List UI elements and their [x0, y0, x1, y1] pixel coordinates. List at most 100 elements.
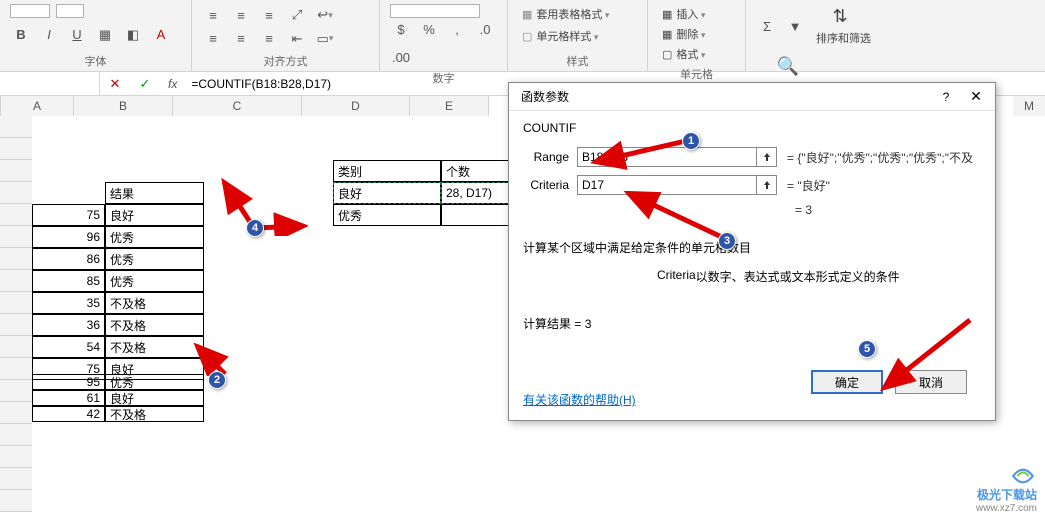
row-header[interactable]	[0, 358, 32, 380]
col-header[interactable]: D	[302, 96, 410, 116]
sort-filter-button[interactable]: ⇅排序和筛选	[812, 4, 875, 48]
row-header[interactable]	[0, 182, 32, 204]
orientation-button[interactable]: ⤢	[286, 4, 308, 26]
ribbon-group-cells-label: 单元格	[658, 64, 735, 82]
watermark-url: www.xz7.com	[976, 503, 1037, 514]
cell[interactable]: 不及格	[105, 292, 204, 314]
cell[interactable]: 优秀	[333, 204, 441, 226]
fx-icon[interactable]: fx	[164, 77, 181, 91]
percent-button[interactable]: %	[418, 18, 440, 40]
row-header[interactable]	[0, 468, 32, 490]
comma-button[interactable]: ,	[446, 18, 468, 40]
autosum-button[interactable]: Σ	[756, 15, 778, 37]
watermark-logo-icon	[1009, 466, 1037, 486]
row-header[interactable]	[0, 116, 32, 138]
row-header[interactable]	[0, 292, 32, 314]
align-left-button[interactable]: ≡	[202, 28, 224, 50]
dialog-help-link[interactable]: 有关该函数的帮助(H)	[523, 391, 636, 408]
wrap-text-button[interactable]: ↩	[314, 4, 336, 26]
delete-button[interactable]: ▦删除	[658, 24, 709, 44]
merge-button[interactable]: ▭	[314, 28, 336, 50]
currency-button[interactable]: $	[390, 18, 412, 40]
ribbon-group-align-label: 对齐方式	[202, 51, 369, 69]
bold-button[interactable]: B	[10, 24, 32, 46]
row-header[interactable]	[0, 138, 32, 160]
col-header[interactable]: A	[1, 96, 74, 116]
arg-range-ref-button[interactable]	[757, 147, 777, 167]
watermark: 极光下载站 www.xz7.com	[976, 466, 1037, 514]
format-button[interactable]: ▢格式	[658, 44, 709, 64]
cell[interactable]: 35	[32, 292, 105, 314]
cell[interactable]: 42	[32, 406, 105, 422]
cell[interactable]: 优秀	[105, 374, 204, 390]
cell[interactable]: 96	[32, 226, 105, 248]
row-header[interactable]	[0, 160, 32, 182]
cell[interactable]: 85	[32, 270, 105, 292]
row-header[interactable]	[0, 204, 32, 226]
cond-format-button[interactable]: ▦套用表格格式	[518, 4, 613, 24]
underline-button[interactable]: U	[66, 24, 88, 46]
cell[interactable]: 类别	[333, 160, 441, 182]
ribbon-group-style-label: 样式	[518, 51, 637, 69]
fill-color-button[interactable]: ◧	[122, 24, 144, 46]
dialog-description-1: 计算某个区域中满足给定条件的单元格数目	[523, 239, 981, 256]
insert-button[interactable]: ▦插入	[658, 4, 709, 24]
row-header[interactable]	[0, 248, 32, 270]
cell[interactable]: 结果	[105, 182, 204, 204]
row-header[interactable]	[0, 402, 32, 424]
cell[interactable]: 不及格	[105, 406, 204, 422]
align-top-button[interactable]: ≡	[202, 4, 224, 26]
col-header[interactable]: M	[1013, 96, 1045, 116]
annotation-arrow-5	[870, 312, 980, 398]
col-header[interactable]: C	[173, 96, 302, 116]
cell[interactable]: 61	[32, 390, 105, 406]
fill-button[interactable]: ▼	[784, 15, 806, 37]
indent-dec-button[interactable]: ⇤	[286, 28, 308, 50]
arg-criteria-ref-button[interactable]	[757, 175, 777, 195]
cell[interactable]: 86	[32, 248, 105, 270]
row-header[interactable]	[0, 424, 32, 446]
cell[interactable]: 95	[32, 374, 105, 390]
align-bottom-button[interactable]: ≡	[258, 4, 280, 26]
italic-button[interactable]: I	[38, 24, 60, 46]
cell[interactable]: 不及格	[105, 336, 204, 358]
row-header[interactable]	[0, 446, 32, 468]
cell[interactable]: 良好	[333, 182, 441, 204]
cell[interactable]: 不及格	[105, 314, 204, 336]
name-box[interactable]	[0, 72, 100, 95]
dec-decimal-button[interactable]: .00	[390, 46, 412, 68]
font-color-button[interactable]: A	[150, 24, 172, 46]
row-header[interactable]	[0, 270, 32, 292]
cell[interactable]: 优秀	[105, 248, 204, 270]
align-center-button[interactable]: ≡	[230, 28, 252, 50]
row-header[interactable]	[0, 226, 32, 248]
cell[interactable]: 良好	[105, 390, 204, 406]
cell[interactable]: 优秀	[105, 270, 204, 292]
dialog-close-icon[interactable]: ✕	[963, 86, 989, 108]
row-header[interactable]	[0, 314, 32, 336]
dialog-help-icon[interactable]: ?	[933, 86, 959, 108]
annotation-marker-4: 4	[246, 219, 264, 237]
inc-decimal-button[interactable]: .0	[474, 18, 496, 40]
font-size-select[interactable]	[56, 4, 84, 18]
border-button[interactable]: ▦	[94, 24, 116, 46]
cell[interactable]: 75	[32, 204, 105, 226]
ribbon-group-font-label: 字体	[10, 51, 181, 69]
col-header[interactable]: E	[410, 96, 489, 116]
row-header[interactable]	[0, 490, 32, 512]
align-middle-button[interactable]: ≡	[230, 4, 252, 26]
row-header[interactable]	[0, 336, 32, 358]
cell-style-button[interactable]: ▢单元格样式	[518, 26, 602, 46]
cell[interactable]: 良好	[105, 204, 204, 226]
cell[interactable]: 优秀	[105, 226, 204, 248]
confirm-formula-icon[interactable]: ✓	[134, 73, 156, 95]
annotation-marker-3: 3	[718, 232, 736, 250]
row-header[interactable]	[0, 380, 32, 402]
number-format-select[interactable]	[390, 4, 480, 18]
font-select[interactable]	[10, 4, 50, 18]
cell[interactable]: 36	[32, 314, 105, 336]
col-header[interactable]: B	[74, 96, 173, 116]
cell[interactable]: 54	[32, 336, 105, 358]
align-right-button[interactable]: ≡	[258, 28, 280, 50]
cancel-formula-icon[interactable]: ✕	[104, 73, 126, 95]
